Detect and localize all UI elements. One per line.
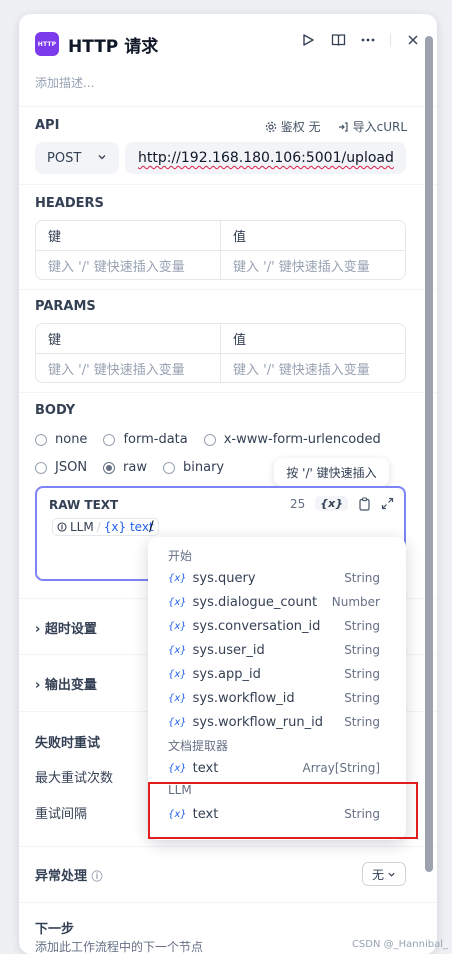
radio-form-data[interactable]: form-data [103, 432, 188, 447]
import-curl-label: 导入cURL [352, 120, 407, 134]
timeout-settings-label: › 超时设置 [35, 622, 97, 637]
value-header: 值 [220, 324, 405, 353]
var-option-sys-workflow-run-id[interactable]: {x} sys.workflow_run_id String [158, 710, 390, 734]
run-play-icon[interactable] [300, 32, 316, 48]
variable-icon: {x} [168, 572, 187, 584]
typed-text: / [149, 519, 154, 535]
radio-binary[interactable]: binary [163, 460, 224, 475]
panel-title: HTTP 请求 [68, 36, 159, 57]
variable-icon: {x} [168, 692, 187, 704]
http-node-icon: HTTP [35, 32, 59, 56]
variable-icon: {x} [168, 596, 187, 608]
radio-raw[interactable]: raw [103, 460, 147, 475]
radio-x-www-form-urlencoded[interactable]: x-www-form-urlencoded [203, 432, 381, 447]
param-key-input[interactable]: 键入 '/' 键快速插入变量 [36, 354, 220, 382]
variable-icon: {x} [168, 644, 187, 656]
max-retries-label: 最大重试次数 [35, 771, 114, 786]
divider [19, 106, 437, 107]
group-title-doc-extractor: 文档提取器 [168, 739, 229, 753]
more-icon[interactable] [360, 32, 376, 48]
next-step-label: 下一步 [35, 922, 75, 937]
panel-scrollbar[interactable] [425, 36, 433, 872]
chip-variable: {x} text [103, 520, 154, 534]
group-title-start: 开始 [168, 549, 193, 563]
divider [390, 33, 391, 47]
divider [19, 289, 437, 290]
key-header: 键 [48, 333, 62, 348]
raw-text-title: RAW TEXT [49, 498, 119, 512]
var-option-sys-query[interactable]: {x} sys.query String [158, 566, 390, 590]
variable-icon: {x} [168, 762, 187, 774]
retry-on-fail-label: 失败时重试 [35, 736, 101, 751]
output-vars-label: › 输出变量 [35, 678, 97, 693]
chevron-down-icon [98, 155, 106, 160]
key-header: 键 [48, 230, 62, 245]
method-select[interactable]: POST [35, 142, 119, 174]
chevron-down-icon [388, 872, 395, 877]
divider [19, 392, 437, 393]
book-icon[interactable] [330, 32, 346, 48]
headers-table: 键 值 键入 '/' 键快速插入变量 键入 '/' 键快速插入变量 [35, 220, 406, 280]
char-count: 25 [289, 496, 306, 511]
close-icon[interactable] [405, 32, 421, 48]
error-handling-label: 异常处理 ⓘ [35, 869, 103, 884]
variable-icon: {x} [168, 716, 187, 728]
gear-icon [265, 121, 276, 132]
error-handling-select[interactable]: 无 [362, 862, 406, 886]
retry-interval-label: 重试间隔 [35, 807, 88, 822]
radio-none[interactable]: none [35, 432, 87, 447]
help-icon[interactable]: ⓘ [92, 870, 103, 883]
method-value: POST [47, 150, 82, 166]
highlight-box [148, 782, 418, 839]
variable-chip[interactable]: LLM / {x} text [52, 518, 159, 536]
llm-node-icon [57, 522, 67, 532]
auth-button[interactable]: 鉴权 无 [265, 118, 321, 135]
auth-label: 鉴权 无 [280, 120, 321, 134]
variable-icon: {x} [168, 620, 187, 632]
headers-header-row: 键 值 [36, 221, 405, 250]
import-curl-button[interactable]: 导入cURL [337, 118, 407, 135]
var-option-sys-dialogue-count[interactable]: {x} sys.dialogue_count Number [158, 590, 390, 614]
divider [19, 184, 437, 185]
divider [19, 902, 437, 903]
body-type-row-2: JSON raw binary [35, 460, 240, 475]
params-table: 键 值 键入 '/' 键快速插入变量 键入 '/' 键快速插入变量 [35, 323, 406, 383]
param-value-input[interactable]: 键入 '/' 键快速插入变量 [220, 354, 405, 382]
value-header: 值 [220, 221, 405, 250]
next-step-description: 添加此工作流程中的下一个节点 [35, 940, 204, 954]
var-option-sys-conversation-id[interactable]: {x} sys.conversation_id String [158, 614, 390, 638]
radio-json[interactable]: JSON [35, 460, 87, 475]
insert-variable-button[interactable]: {x} [315, 496, 348, 511]
import-icon [338, 121, 348, 132]
header-value-input[interactable]: 键入 '/' 键快速插入变量 [220, 251, 405, 279]
var-option-sys-user-id[interactable]: {x} sys.user_id String [158, 638, 390, 662]
url-value: http://192.168.180.106:5001/upload [138, 150, 394, 166]
variable-icon: {x} [168, 668, 187, 680]
panel-header: HTTP HTTP 请求 [35, 30, 421, 58]
divider [19, 846, 437, 847]
description-input[interactable]: 添加描述... [35, 74, 94, 91]
params-header-row: 键 值 [36, 324, 405, 353]
body-label: BODY [35, 403, 76, 418]
var-option-sys-app-id[interactable]: {x} sys.app_id String [158, 662, 390, 686]
insert-hint-tooltip: 按 '/' 键快速插入 [274, 458, 389, 486]
var-option-doc-text[interactable]: {x} text Array[String] [158, 756, 390, 780]
var-option-sys-workflow-id[interactable]: {x} sys.workflow_id String [158, 686, 390, 710]
expand-icon[interactable] [381, 497, 394, 510]
header-key-input[interactable]: 键入 '/' 键快速插入变量 [36, 251, 220, 279]
watermark: CSDN @_Hannibal_ [351, 939, 448, 950]
chip-separator: / [96, 520, 101, 534]
headers-label: HEADERS [35, 196, 104, 211]
headers-input-row: 键入 '/' 键快速插入变量 键入 '/' 键快速插入变量 [36, 250, 405, 279]
clipboard-icon[interactable] [358, 496, 371, 511]
chip-node-name: LLM [70, 520, 94, 534]
params-input-row: 键入 '/' 键快速插入变量 键入 '/' 键快速插入变量 [36, 353, 405, 382]
api-label: API [35, 118, 60, 133]
url-input[interactable]: http://192.168.180.106:5001/upload [125, 142, 406, 174]
body-type-row-1: none form-data x-www-form-urlencoded [35, 432, 397, 447]
params-label: PARAMS [35, 299, 96, 314]
